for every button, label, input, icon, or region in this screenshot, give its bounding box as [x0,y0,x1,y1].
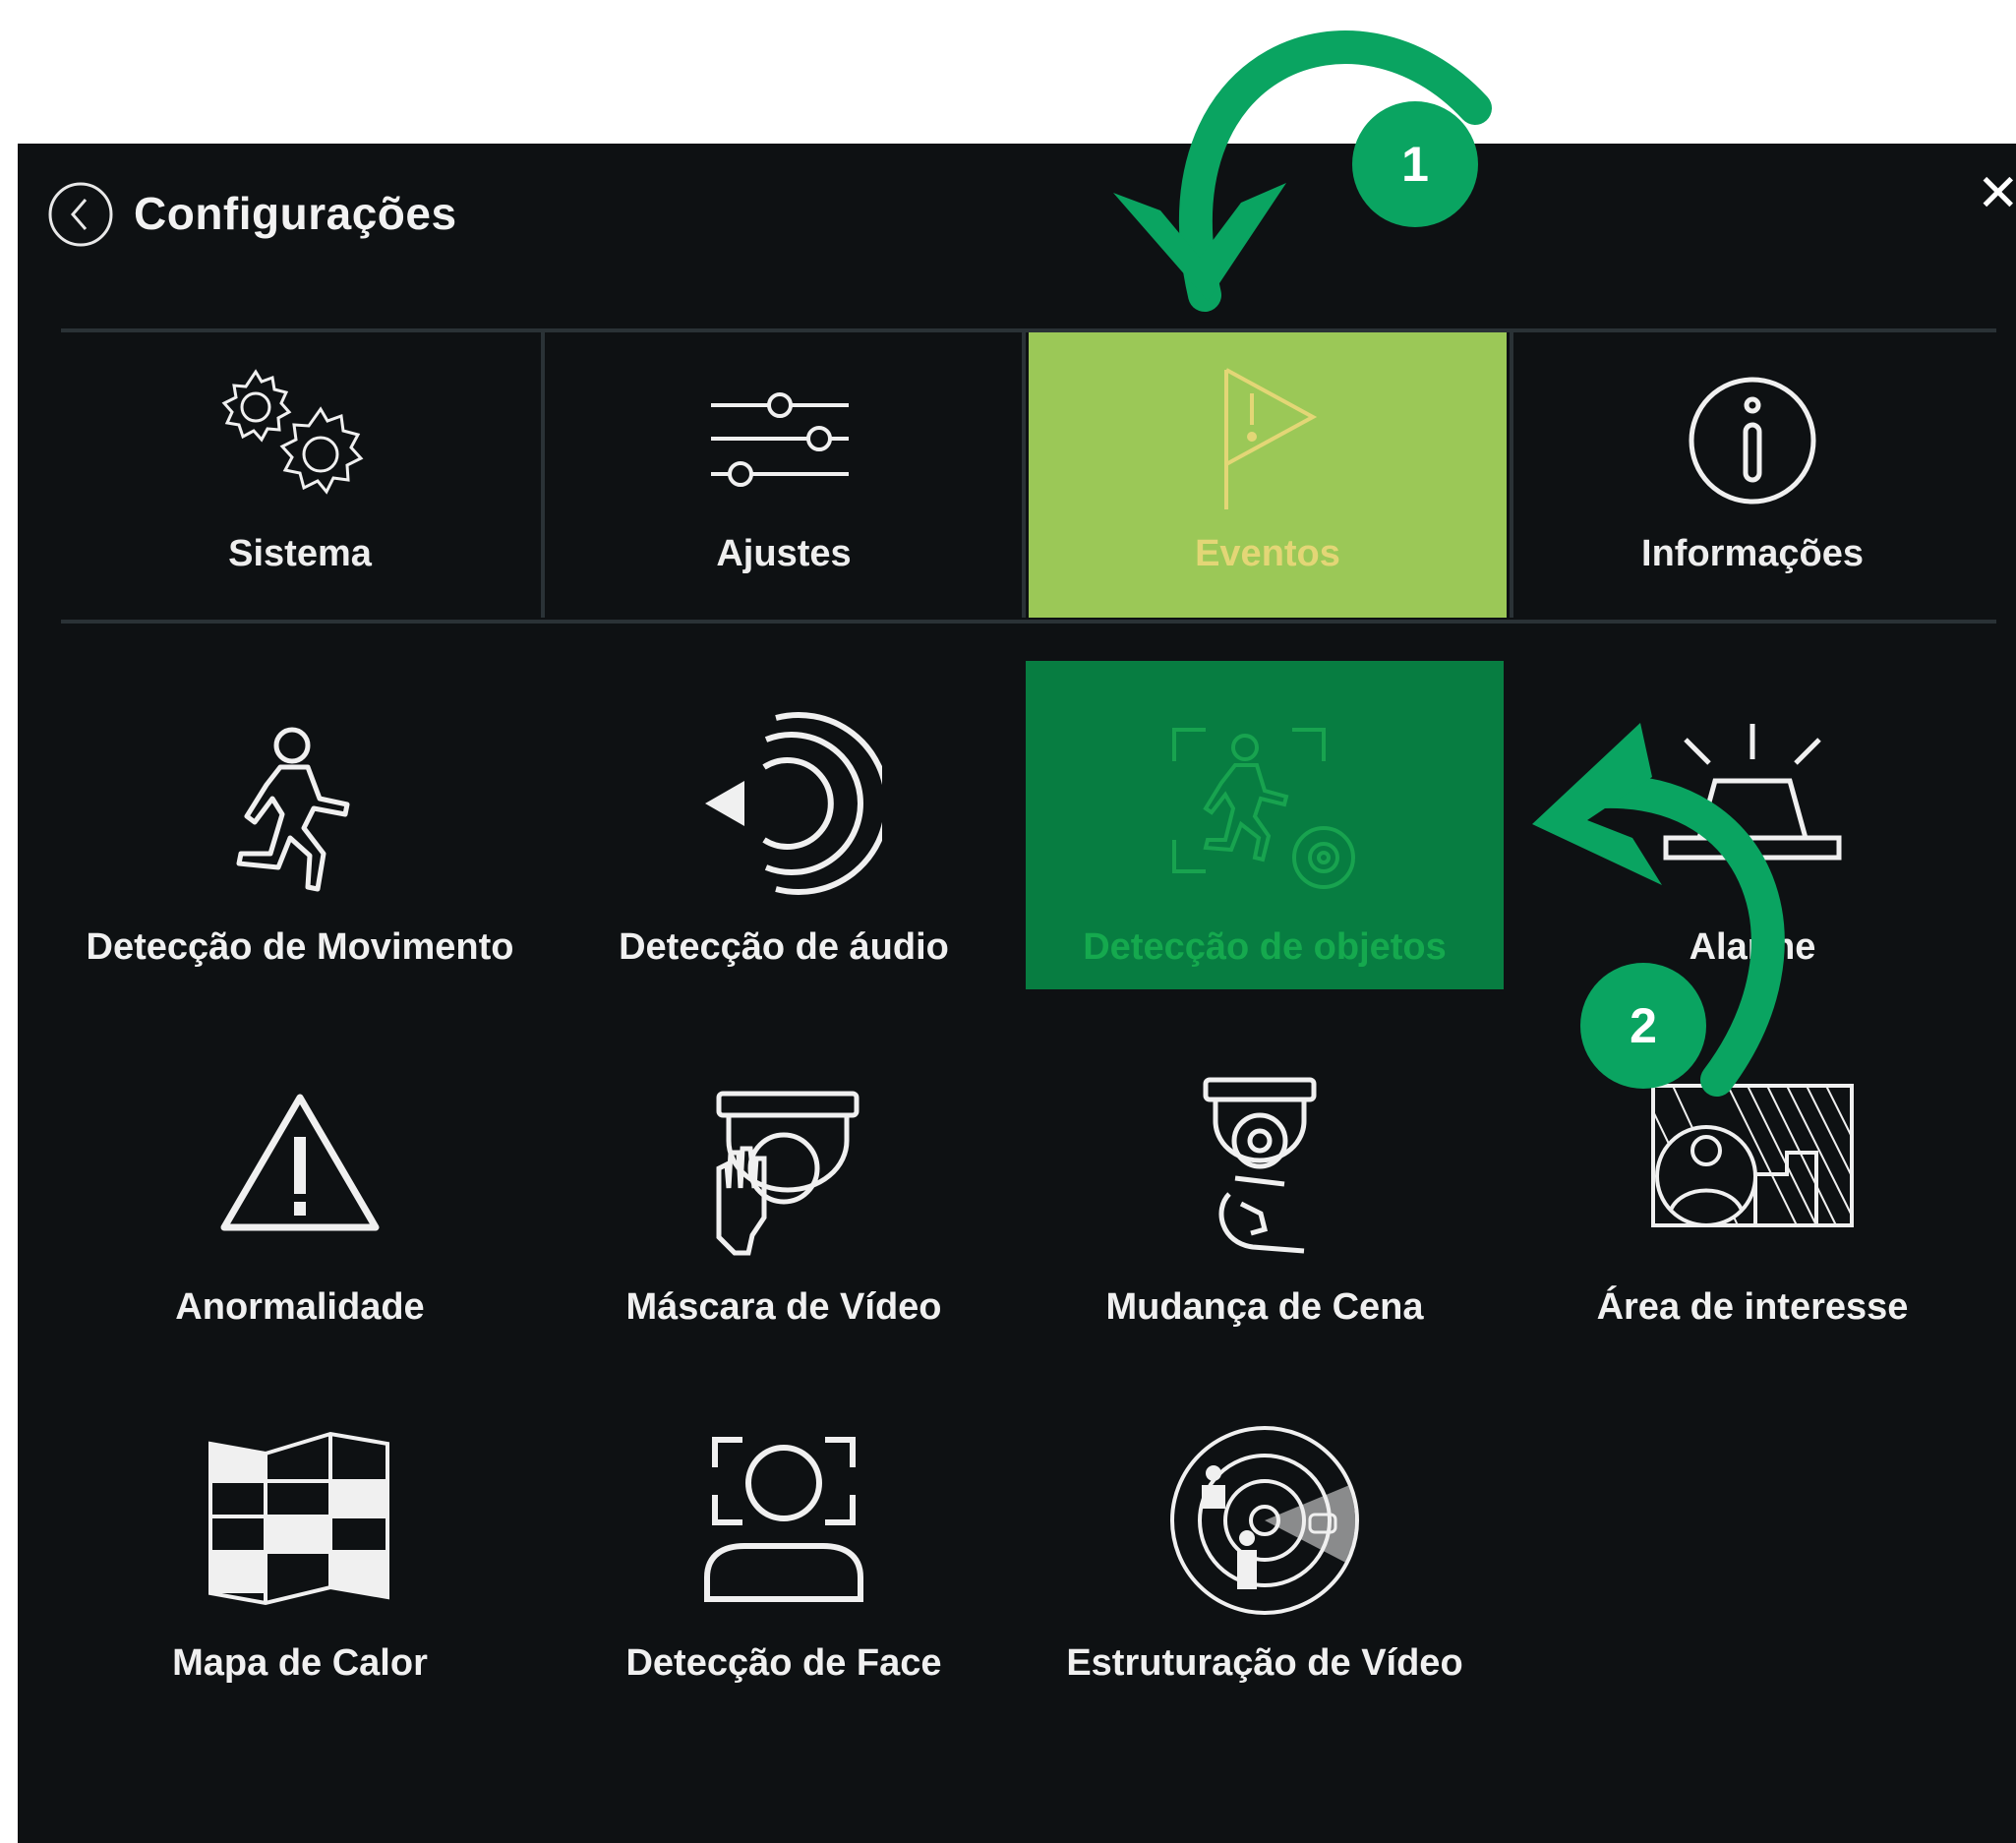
annotation-badge-2: 2 [1580,963,1706,1089]
annotation-overlay [1113,30,1785,1097]
annotation-badge-1: 1 [1352,101,1478,227]
